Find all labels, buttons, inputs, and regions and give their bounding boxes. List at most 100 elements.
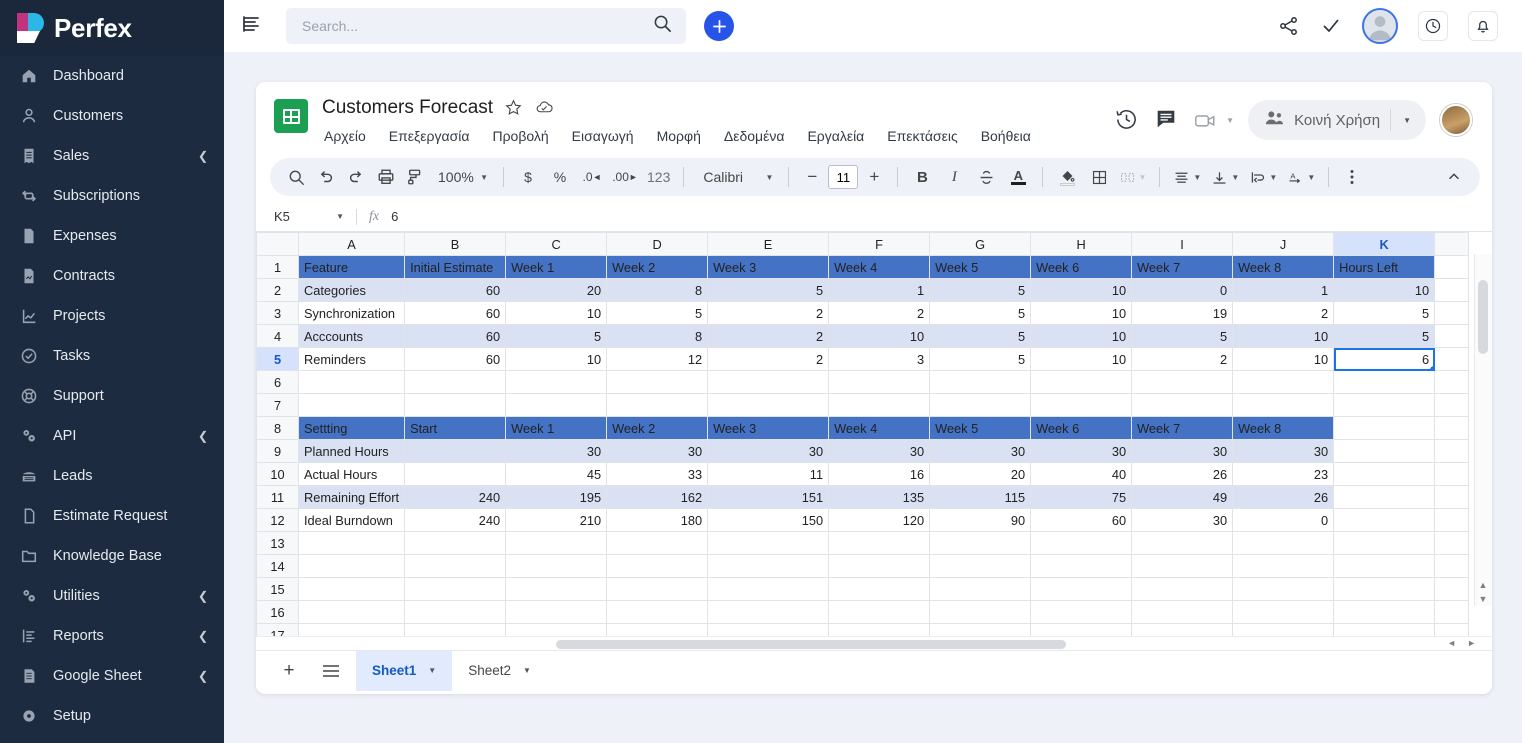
cell-B4[interactable]: 60	[404, 324, 507, 348]
cell-K8[interactable]	[1333, 416, 1436, 440]
cell-H12[interactable]: 60	[1030, 508, 1133, 532]
cell-I1[interactable]: Week 7	[1131, 255, 1234, 279]
cell-D16[interactable]	[606, 600, 709, 624]
scroll-down-icon[interactable]: ▼	[1477, 594, 1489, 604]
cell-C15[interactable]	[505, 577, 608, 601]
cell-D7[interactable]	[606, 393, 709, 417]
cell-J14[interactable]	[1232, 554, 1335, 578]
cell-pad[interactable]	[1434, 439, 1470, 463]
document-title[interactable]: Customers Forecast	[322, 97, 493, 119]
cell-pad[interactable]	[1434, 600, 1470, 624]
cell-J8[interactable]: Week 8	[1232, 416, 1335, 440]
cell-J15[interactable]	[1232, 577, 1335, 601]
paint-format-icon[interactable]	[402, 163, 430, 191]
cell-B3[interactable]: 60	[404, 301, 507, 325]
merge-cells-button[interactable]: ▼	[1116, 163, 1150, 191]
cell-H9[interactable]: 30	[1030, 439, 1133, 463]
cell-H4[interactable]: 10	[1030, 324, 1133, 348]
cell-G13[interactable]	[929, 531, 1032, 555]
cell-F4[interactable]: 10	[828, 324, 931, 348]
scroll-up-icon[interactable]: ▲	[1477, 580, 1489, 590]
cell-B11[interactable]: 240	[404, 485, 507, 509]
cell-K6[interactable]	[1333, 370, 1436, 394]
cell-B7[interactable]	[404, 393, 507, 417]
cell-E14[interactable]	[707, 554, 830, 578]
cell-pad[interactable]	[1434, 508, 1470, 532]
sidebar-item-tasks[interactable]: Tasks	[0, 336, 224, 376]
cell-A13[interactable]	[297, 531, 406, 555]
strikethrough-button[interactable]	[971, 163, 1001, 191]
cell-pad[interactable]	[1434, 554, 1470, 578]
sidebar-item-api[interactable]: API ❮	[0, 416, 224, 456]
cell-G16[interactable]	[929, 600, 1032, 624]
cell-C10[interactable]: 45	[505, 462, 608, 486]
row-header-11[interactable]: 11	[256, 485, 299, 509]
sidebar-item-support[interactable]: Support	[0, 376, 224, 416]
cell-B5[interactable]: 60	[404, 347, 507, 371]
cell-F12[interactable]: 120	[828, 508, 931, 532]
text-rotation-button[interactable]: A ▼	[1283, 163, 1319, 191]
add-new-button[interactable]	[704, 11, 734, 41]
cell-G1[interactable]: Week 5	[929, 255, 1032, 279]
cell-J11[interactable]: 26	[1232, 485, 1335, 509]
cell-H6[interactable]	[1030, 370, 1133, 394]
sidebar-item-setup[interactable]: Setup	[0, 696, 224, 736]
text-wrapping-button[interactable]: ▼	[1245, 163, 1281, 191]
cell-pad[interactable]	[1434, 485, 1470, 509]
cell-pad[interactable]	[1434, 531, 1470, 555]
cell-A15[interactable]	[297, 577, 406, 601]
cell-K15[interactable]	[1333, 577, 1436, 601]
cell-E7[interactable]	[707, 393, 830, 417]
row-header-13[interactable]: 13	[256, 531, 299, 555]
sidebar-item-dashboard[interactable]: Dashboard	[0, 56, 224, 96]
cell-A4[interactable]: Acccounts	[297, 324, 406, 348]
menu-item-4[interactable]: Μορφή	[655, 126, 703, 146]
cell-H13[interactable]	[1030, 531, 1133, 555]
cell-F14[interactable]	[828, 554, 931, 578]
cell-J17[interactable]	[1232, 623, 1335, 636]
menu-toggle-icon[interactable]	[242, 15, 264, 38]
sidebar-item-subscriptions[interactable]: Subscriptions	[0, 176, 224, 216]
menu-item-5[interactable]: Δεδομένα	[722, 126, 787, 146]
cell-C9[interactable]: 30	[505, 439, 608, 463]
sidebar-item-estimate-request[interactable]: Estimate Request	[0, 496, 224, 536]
row-header-15[interactable]: 15	[256, 577, 299, 601]
column-header-H[interactable]: H	[1030, 232, 1133, 256]
cell-C14[interactable]	[505, 554, 608, 578]
cell-F3[interactable]: 2	[828, 301, 931, 325]
italic-button[interactable]: I	[939, 163, 969, 191]
row-header-4[interactable]: 4	[256, 324, 299, 348]
cell-J2[interactable]: 1	[1232, 278, 1335, 302]
cell-A11[interactable]: Remaining Effort	[297, 485, 406, 509]
sidebar-item-sales[interactable]: Sales ❮	[0, 136, 224, 176]
cell-B10[interactable]	[404, 462, 507, 486]
cell-E4[interactable]: 2	[707, 324, 830, 348]
cell-pad[interactable]	[1434, 347, 1470, 371]
cell-pad[interactable]	[1434, 324, 1470, 348]
row-header-1[interactable]: 1	[256, 255, 299, 279]
cell-F2[interactable]: 1	[828, 278, 931, 302]
cell-G12[interactable]: 90	[929, 508, 1032, 532]
cell-J16[interactable]	[1232, 600, 1335, 624]
column-header-G[interactable]: G	[929, 232, 1032, 256]
cell-A9[interactable]: Planned Hours	[297, 439, 406, 463]
column-header-E[interactable]: E	[707, 232, 830, 256]
cell-C17[interactable]	[505, 623, 608, 636]
cell-F11[interactable]: 135	[828, 485, 931, 509]
cell-A8[interactable]: Settting	[297, 416, 406, 440]
menu-item-2[interactable]: Προβολή	[490, 126, 550, 146]
cell-E5[interactable]: 2	[707, 347, 830, 371]
cell-F1[interactable]: Week 4	[828, 255, 931, 279]
scroll-right-icon[interactable]: ►	[1467, 638, 1476, 648]
fill-color-button[interactable]	[1052, 163, 1082, 191]
cell-E1[interactable]: Week 3	[707, 255, 830, 279]
more-options-icon[interactable]	[1338, 163, 1366, 191]
cell-J7[interactable]	[1232, 393, 1335, 417]
cell-A16[interactable]	[297, 600, 406, 624]
row-header-2[interactable]: 2	[256, 278, 299, 302]
cell-E6[interactable]	[707, 370, 830, 394]
cell-D3[interactable]: 5	[606, 301, 709, 325]
cell-B12[interactable]: 240	[404, 508, 507, 532]
cell-J5[interactable]: 10	[1232, 347, 1335, 371]
menu-item-7[interactable]: Επεκτάσεις	[885, 126, 959, 146]
